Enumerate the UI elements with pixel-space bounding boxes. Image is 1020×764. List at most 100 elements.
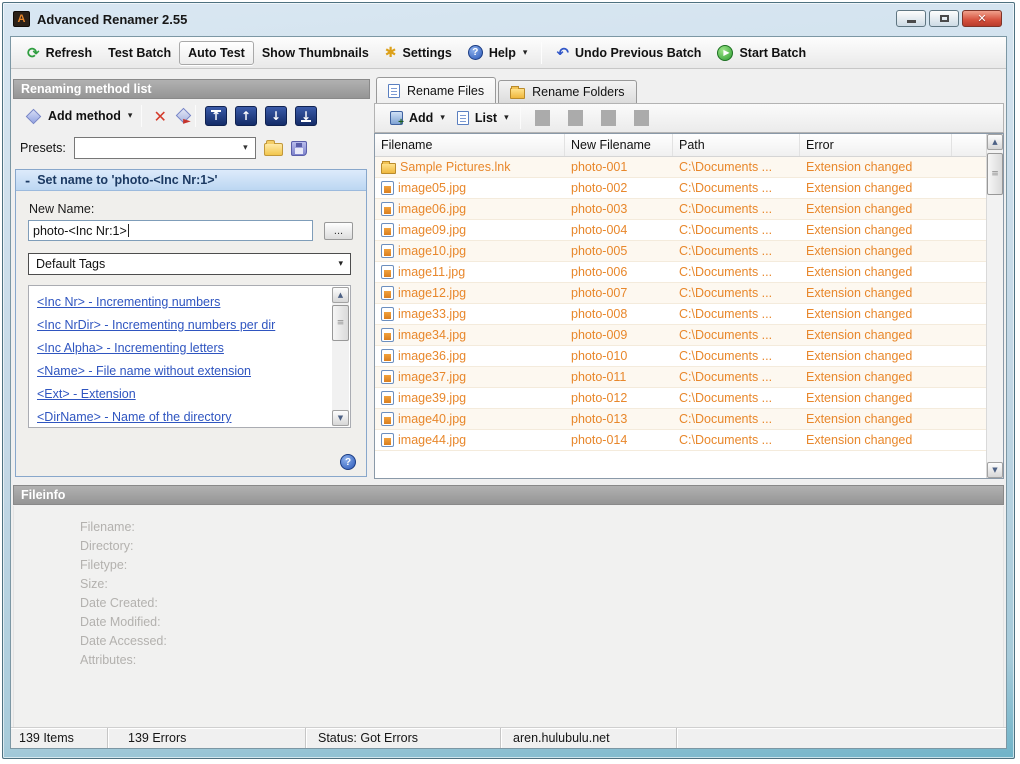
cell-filename: image11.jpg [375, 265, 565, 279]
scroll-down-button[interactable]: ▼ [987, 462, 1003, 478]
table-scrollbar[interactable]: ▲ ≡ ▼ [986, 134, 1003, 478]
image-file-icon [381, 370, 394, 384]
show-thumbnails-button[interactable]: Show Thumbnails [254, 42, 377, 64]
fileinfo-label: Filename: [80, 520, 135, 534]
tab-rename-files[interactable]: Rename Files [376, 77, 497, 103]
status-site: aren.hulubulu.net [501, 728, 677, 748]
folder-icon [510, 86, 526, 99]
save-preset-icon[interactable] [290, 140, 307, 156]
table-row[interactable]: image39.jpg photo-012 C:\Documents ... Exte… [375, 388, 986, 409]
cell-path: C:\Documents ... [679, 328, 773, 342]
move-down-button[interactable]: ↓ [264, 106, 287, 126]
image-file-icon [381, 223, 394, 237]
table-row[interactable]: Sample Pictures.lnk photo-001 C:\Documents… [375, 157, 986, 178]
fileinfo-label: Date Accessed: [80, 634, 167, 648]
move-to-bottom-button[interactable]: ↓ [294, 106, 317, 126]
help-button[interactable]: ? Help ▾ [460, 41, 536, 64]
start-batch-icon: ▶ [717, 44, 734, 61]
refresh-button[interactable]: ⟳ Refresh [19, 42, 100, 64]
tags-list: <Inc Nr> - Incrementing numbers <Inc NrDi… [37, 291, 328, 423]
tag-link[interactable]: <Inc Alpha> - Incrementing letters [37, 337, 328, 360]
tags-category-value: Default Tags [36, 257, 106, 271]
scroll-up-button[interactable]: ▲ [332, 287, 349, 303]
fileinfo-body: Filename: Directory: Filetype: Size: Date Cr… [13, 506, 1004, 730]
apply-method-button[interactable]: ► [173, 107, 192, 127]
add-files-button[interactable]: Add ▾ [384, 108, 451, 128]
auto-test-button[interactable]: Auto Test [179, 40, 254, 65]
presets-label: Presets: [20, 141, 66, 155]
tags-category-dropdown[interactable]: Default Tags ▾ [28, 253, 351, 275]
cell-new-filename: photo-012 [571, 391, 628, 405]
table-row[interactable]: image10.jpg photo-005 C:\Documents ... Exte… [375, 241, 986, 262]
tag-link[interactable]: <DirName> - Name of the directory [37, 406, 328, 423]
tags-scrollbar[interactable]: ▲ ≡ ▼ [332, 287, 349, 426]
table-row[interactable]: image05.jpg photo-002 C:\Documents ... Exte… [375, 178, 986, 199]
cell-error: Extension changed [806, 265, 913, 279]
table-row[interactable]: image33.jpg photo-008 C:\Documents ... Exte… [375, 304, 986, 325]
column-header-filename[interactable]: Filename [375, 134, 565, 156]
method-header[interactable]: - Set name to 'photo-<Inc Nr:1>' [16, 170, 366, 191]
minimize-icon [906, 20, 916, 23]
text-cursor [127, 224, 129, 237]
settings-label: Settings [402, 45, 452, 60]
table-row[interactable]: image06.jpg photo-003 C:\Documents ... Exte… [375, 199, 986, 220]
add-method-button[interactable]: Add method ▾ [21, 106, 136, 126]
table-row[interactable]: image11.jpg photo-006 C:\Documents ... Exte… [375, 262, 986, 283]
chevron-down-icon: ▾ [504, 113, 509, 123]
list-button[interactable]: List ▾ [451, 108, 515, 128]
tab-bar: Rename Files Rename Folders [374, 77, 637, 103]
titlebar[interactable]: A Advanced Renamer 2.55 ✕ [3, 3, 1014, 35]
toolbar-separator [519, 107, 521, 129]
cell-error: Extension changed [806, 244, 913, 258]
window-controls: ✕ [896, 10, 1002, 27]
settings-button[interactable]: ✱ Settings [377, 41, 460, 65]
remove-method-button[interactable]: ✕ [153, 107, 166, 126]
table-row[interactable]: image44.jpg photo-014 C:\Documents ... Exte… [375, 430, 986, 451]
scrollbar-thumb[interactable]: ≡ [332, 305, 349, 341]
column-header-new-filename[interactable]: New Filename [565, 134, 673, 156]
presets-combobox[interactable]: ▾ [73, 137, 256, 159]
tag-link[interactable]: <Ext> - Extension [37, 383, 328, 406]
tag-link[interactable]: <Name> - File name without extension [37, 360, 328, 383]
collapse-icon[interactable]: - [25, 173, 30, 188]
new-name-input[interactable]: photo-<Inc Nr:1> [28, 220, 313, 241]
image-file-icon [381, 181, 394, 195]
image-file-icon [381, 307, 394, 321]
method-title: Set name to 'photo-<Inc Nr:1>' [37, 173, 218, 187]
table-row[interactable]: image12.jpg photo-007 C:\Documents ... Exte… [375, 283, 986, 304]
browse-button[interactable]: ... [324, 222, 353, 240]
cell-filename: image05.jpg [375, 181, 565, 195]
minimize-button[interactable] [896, 10, 926, 27]
cell-filename: image44.jpg [375, 433, 565, 447]
help-label: Help [488, 45, 516, 60]
maximize-button[interactable] [929, 10, 959, 27]
undo-previous-batch-button[interactable]: ↶ Undo Previous Batch [548, 40, 709, 66]
table-row[interactable]: image37.jpg photo-011 C:\Documents ... Exte… [375, 367, 986, 388]
open-preset-icon[interactable] [263, 140, 283, 156]
files-panel: Rename Files Rename Folders Add ▾ List ▾ [374, 77, 1004, 479]
scrollbar-thumb[interactable]: ≡ [987, 153, 1003, 195]
column-header-error[interactable]: Error [800, 134, 952, 156]
table-row[interactable]: image09.jpg photo-004 C:\Documents ... Exte… [375, 220, 986, 241]
table-row[interactable]: image40.jpg photo-013 C:\Documents ... Exte… [375, 409, 986, 430]
scroll-up-button[interactable]: ▲ [987, 134, 1003, 150]
move-up-button[interactable]: ↑ [234, 106, 257, 126]
method-help-icon[interactable]: ? [340, 454, 356, 470]
new-name-value: photo-<Inc Nr:1> [33, 223, 127, 238]
chevron-down-icon[interactable]: ▾ [238, 140, 253, 156]
column-header-filler [952, 134, 986, 156]
tag-link[interactable]: <Inc NrDir> - Incrementing numbers per d… [37, 314, 328, 337]
tag-link[interactable]: <Inc Nr> - Incrementing numbers [37, 291, 328, 314]
cell-error: Extension changed [806, 202, 913, 216]
table-row[interactable]: image36.jpg photo-010 C:\Documents ... Exte… [375, 346, 986, 367]
tab-rename-folders[interactable]: Rename Folders [498, 80, 637, 103]
close-button[interactable]: ✕ [962, 10, 1002, 27]
test-batch-button[interactable]: Test Batch [100, 42, 179, 64]
cell-path: C:\Documents ... [679, 286, 773, 300]
scroll-down-button[interactable]: ▼ [332, 410, 349, 426]
move-to-top-button[interactable]: ↑ [204, 106, 227, 126]
table-row[interactable]: image34.jpg photo-009 C:\Documents ... Exte… [375, 325, 986, 346]
table-body: Sample Pictures.lnk photo-001 C:\Documents… [375, 157, 986, 478]
column-header-path[interactable]: Path [673, 134, 800, 156]
start-batch-button[interactable]: ▶ Start Batch [709, 41, 814, 65]
